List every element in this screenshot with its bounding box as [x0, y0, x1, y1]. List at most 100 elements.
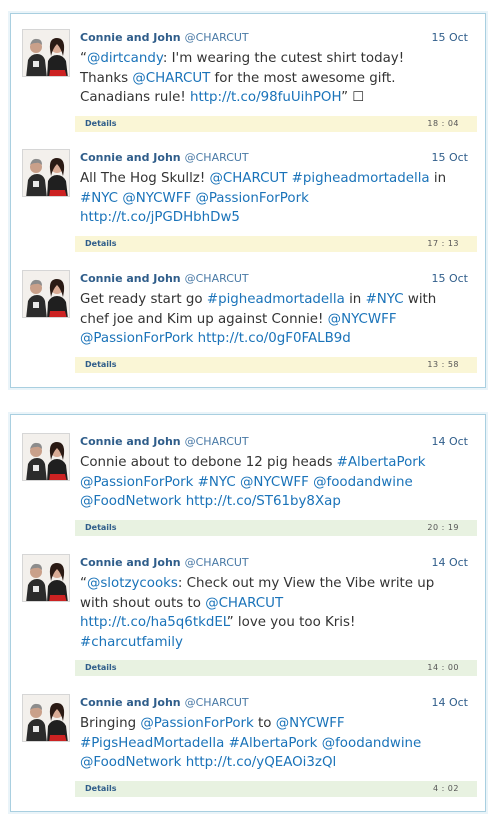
tweet-date: 14 Oct: [431, 556, 468, 569]
url-link[interactable]: http://t.co/ST61by8Xap: [186, 494, 341, 509]
tweet-text-line: #charcutfamily: [80, 633, 473, 653]
details-link[interactable]: Details: [85, 116, 117, 132]
hashtag-link[interactable]: #AlbertaPork: [229, 736, 318, 751]
mention-link[interactable]: @slotzycooks: [87, 576, 178, 591]
hashtag-link[interactable]: #pigheadmortadella: [292, 171, 430, 186]
mention-link[interactable]: @PassionForPork: [195, 191, 308, 206]
tweet-text-line: #NYC @NYCWFF @PassionForPork: [80, 189, 473, 209]
mention-link[interactable]: @CHARCUT: [132, 71, 210, 86]
hashtag-link[interactable]: #charcutfamily: [80, 635, 183, 650]
mention-link[interactable]: @PassionForPork: [80, 475, 193, 490]
hashtag-link[interactable]: #pigheadmortadella: [207, 292, 345, 307]
mention-link[interactable]: @FoodNetwork: [80, 755, 181, 770]
tweet-text-line: Thanks @CHARCUT for the most awesome gif…: [80, 70, 396, 86]
author-handle[interactable]: @CHARCUT: [185, 272, 249, 285]
author-handle[interactable]: @CHARCUT: [185, 435, 249, 448]
tweet-time: 4 : 02: [432, 784, 459, 793]
hashtag-link[interactable]: #NYC: [80, 191, 118, 206]
tweet-time: 14 : 00: [427, 663, 459, 672]
profile-avatar[interactable]: [22, 29, 70, 77]
tweet-text: Bringing @PassionForPork to @NYCWFF #Pigs…: [80, 714, 473, 773]
profile-avatar[interactable]: [22, 554, 70, 602]
details-bar: Details 18 : 04: [75, 116, 477, 132]
author-name[interactable]: Connie and John: [80, 435, 181, 448]
tweet-text-line: @FoodNetwork http://t.co/yQEAOi3zQl: [80, 753, 473, 773]
tweet-author-line: Connie and John @CHARCUT: [80, 272, 249, 285]
tweet-text-line: #PigsHeadMortadella #AlbertaPork @foodan…: [80, 734, 473, 754]
mention-link[interactable]: @NYCWFF: [240, 475, 309, 490]
tweet-item: Connie and John @CHARCUT 14 Oct “@slotzyc…: [11, 554, 485, 680]
url-link[interactable]: http://t.co/jPGDHbhDw5: [80, 210, 240, 225]
tweet-item: Connie and John @CHARCUT 14 Oct Connie ab…: [11, 433, 485, 539]
details-link[interactable]: Details: [85, 357, 117, 373]
mention-link[interactable]: @foodandwine: [313, 475, 413, 490]
details-link[interactable]: Details: [85, 660, 117, 676]
tweet-text-line: Canadians rule! http://t.co/98fuUihPOH” …: [80, 90, 365, 105]
tweet-item: Connie and John @CHARCUT 14 Oct Bringing …: [11, 694, 485, 800]
tweet-text-line: chef joe and Kim up against Connie! @NYC…: [80, 311, 397, 327]
tweet-text-line: Bringing @PassionForPork to @NYCWFF: [80, 716, 345, 731]
mention-link[interactable]: @dirtcandy: [87, 51, 163, 66]
profile-avatar[interactable]: [22, 433, 70, 481]
details-bar: Details 4 : 02: [75, 781, 477, 797]
author-name[interactable]: Connie and John: [80, 272, 181, 285]
tweet-author-line: Connie and John @CHARCUT: [80, 435, 249, 448]
tweet-text: Connie about to debone 12 pig heads #Alb…: [80, 453, 473, 512]
details-bar: Details 17 : 13: [75, 236, 477, 252]
author-name[interactable]: Connie and John: [80, 556, 181, 569]
details-bar: Details 14 : 00: [75, 660, 477, 676]
tweet-text-line: @FoodNetwork http://t.co/ST61by8Xap: [80, 492, 473, 512]
tweet-time: 17 : 13: [427, 239, 459, 248]
author-handle[interactable]: @CHARCUT: [185, 31, 249, 44]
url-link[interactable]: http://t.co/98fuUihPOH: [190, 90, 341, 105]
tweet-panel-bottom: Connie and John @CHARCUT 14 Oct Connie ab…: [10, 414, 486, 812]
tweet-text-line: http://t.co/ha5q6tkdEL” love you too Kri…: [80, 615, 356, 630]
tweet-author-line: Connie and John @CHARCUT: [80, 151, 249, 164]
url-link[interactable]: http://t.co/ha5q6tkdEL: [80, 615, 227, 630]
mention-link[interactable]: @CHARCUT: [209, 171, 287, 186]
profile-avatar[interactable]: [22, 149, 70, 197]
hashtag-link[interactable]: #AlbertaPork: [337, 455, 426, 470]
mention-link[interactable]: @PassionForPork: [140, 716, 253, 731]
profile-avatar[interactable]: [22, 270, 70, 318]
tweet-time: 18 : 04: [427, 119, 459, 128]
url-link[interactable]: http://t.co/0gF0FALB9d: [198, 331, 351, 346]
mention-link[interactable]: @CHARCUT: [205, 596, 283, 611]
mention-link[interactable]: @FoodNetwork: [80, 494, 181, 509]
mention-link[interactable]: @foodandwine: [322, 736, 422, 751]
tweet-author-line: Connie and John @CHARCUT: [80, 556, 249, 569]
author-handle[interactable]: @CHARCUT: [185, 151, 249, 164]
mention-link[interactable]: @PassionForPork: [80, 331, 193, 346]
tweet-author-line: Connie and John @CHARCUT: [80, 31, 249, 44]
mention-link[interactable]: @NYCWFF: [122, 191, 191, 206]
tweet-text: All The Hog Skullz! @CHARCUT #pigheadmor…: [80, 169, 473, 228]
tweet-item: Connie and John @CHARCUT 15 Oct Get ready…: [11, 270, 485, 375]
tweet-text-line: All The Hog Skullz! @CHARCUT #pigheadmor…: [80, 171, 447, 186]
tweet-text: “@slotzycooks: Check out my View the Vib…: [80, 574, 473, 652]
author-name[interactable]: Connie and John: [80, 151, 181, 164]
details-link[interactable]: Details: [85, 520, 117, 536]
hashtag-link[interactable]: #NYC: [198, 475, 236, 490]
tweet-time: 13 : 58: [427, 360, 459, 369]
tweet-text-line: Connie about to debone 12 pig heads #Alb…: [80, 455, 426, 470]
tweet-text: “@dirtcandy: I'm wearing the cutest shir…: [80, 49, 473, 108]
mention-link[interactable]: @NYCWFF: [328, 312, 397, 327]
details-bar: Details 20 : 19: [75, 520, 477, 536]
url-link[interactable]: http://t.co/yQEAOi3zQl: [186, 755, 337, 770]
mention-link[interactable]: @NYCWFF: [276, 716, 345, 731]
tweet-author-line: Connie and John @CHARCUT: [80, 696, 249, 709]
author-handle[interactable]: @CHARCUT: [185, 556, 249, 569]
details-link[interactable]: Details: [85, 781, 117, 797]
author-handle[interactable]: @CHARCUT: [185, 696, 249, 709]
tweet-date: 14 Oct: [431, 435, 468, 448]
hashtag-link[interactable]: #PigsHeadMortadella: [80, 736, 224, 751]
tweet-text: Get ready start go #pigheadmortadella in…: [80, 290, 473, 349]
tweet-date: 15 Oct: [431, 151, 468, 164]
author-name[interactable]: Connie and John: [80, 31, 181, 44]
details-bar: Details 13 : 58: [75, 357, 477, 373]
tweet-item: Connie and John @CHARCUT 15 Oct All The H…: [11, 149, 485, 254]
author-name[interactable]: Connie and John: [80, 696, 181, 709]
hashtag-link[interactable]: #NYC: [366, 292, 404, 307]
details-link[interactable]: Details: [85, 236, 117, 252]
profile-avatar[interactable]: [22, 694, 70, 742]
